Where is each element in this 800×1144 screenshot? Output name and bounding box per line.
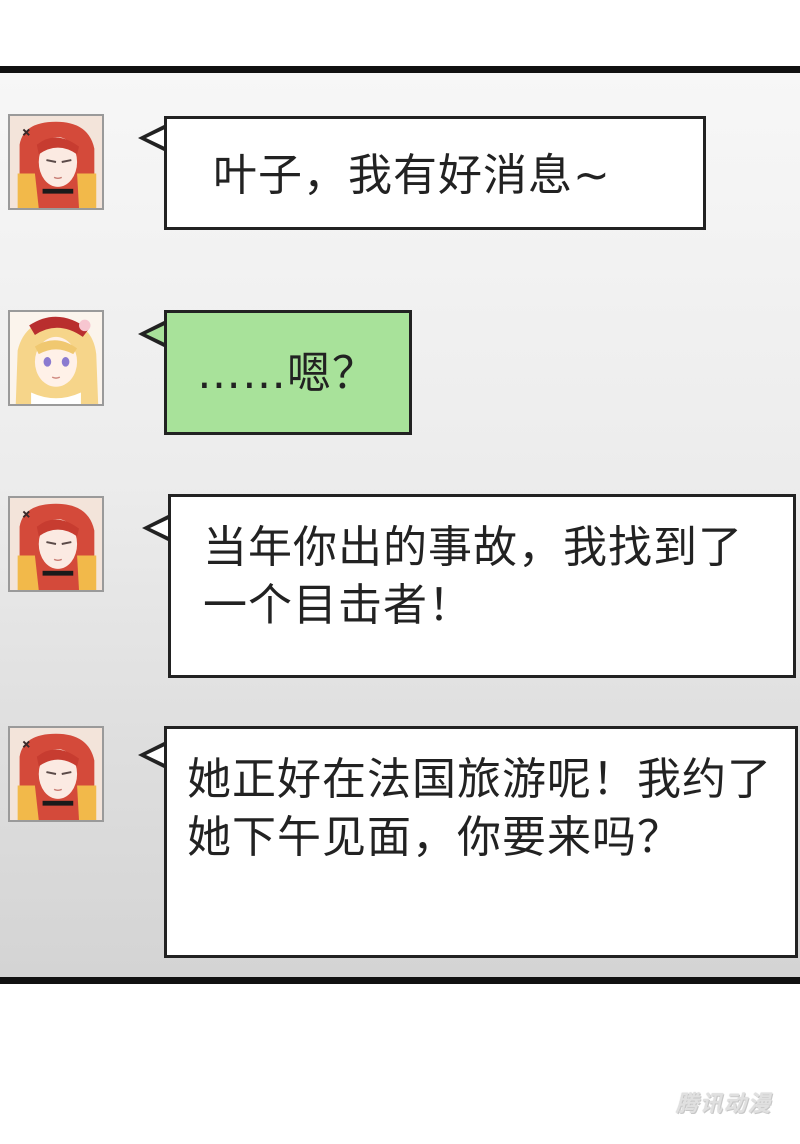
chat-panel: 叶子，我有好消息~ ……嗯？ 当年你出的事故，我找到了一个目击者！ 她正好在法国… — [0, 66, 800, 984]
red-haired-man-portrait — [10, 116, 102, 208]
message-text: 叶子，我有好消息~ — [213, 150, 611, 201]
message-text: ……嗯？ — [197, 348, 377, 399]
red-haired-man-portrait — [10, 498, 102, 590]
watermark-text: 腾讯动漫 — [675, 1092, 772, 1117]
comic-page: 叶子，我有好消息~ ……嗯？ 当年你出的事故，我找到了一个目击者！ 她正好在法国… — [0, 0, 800, 1144]
avatar-blonde-girl — [8, 310, 104, 406]
chat-bubble-green: ……嗯？ — [164, 310, 412, 435]
watermark-logo: 腾讯动漫 — [668, 1082, 780, 1122]
message-text: 当年你出的事故，我找到了一个目击者！ — [203, 522, 743, 631]
chat-bubble: 当年你出的事故，我找到了一个目击者！ — [168, 494, 796, 678]
blonde-girl-portrait — [10, 312, 102, 404]
avatar-red-haired-man — [8, 726, 104, 822]
avatar-red-haired-man — [8, 114, 104, 210]
chat-bubble: 她正好在法国旅游呢！我约了她下午见面，你要来吗？ — [164, 726, 798, 958]
chat-bubble: 叶子，我有好消息~ — [164, 116, 706, 230]
message-text: 她正好在法国旅游呢！我约了她下午见面，你要来吗？ — [187, 754, 772, 863]
red-haired-man-portrait — [10, 728, 102, 820]
avatar-red-haired-man — [8, 496, 104, 592]
